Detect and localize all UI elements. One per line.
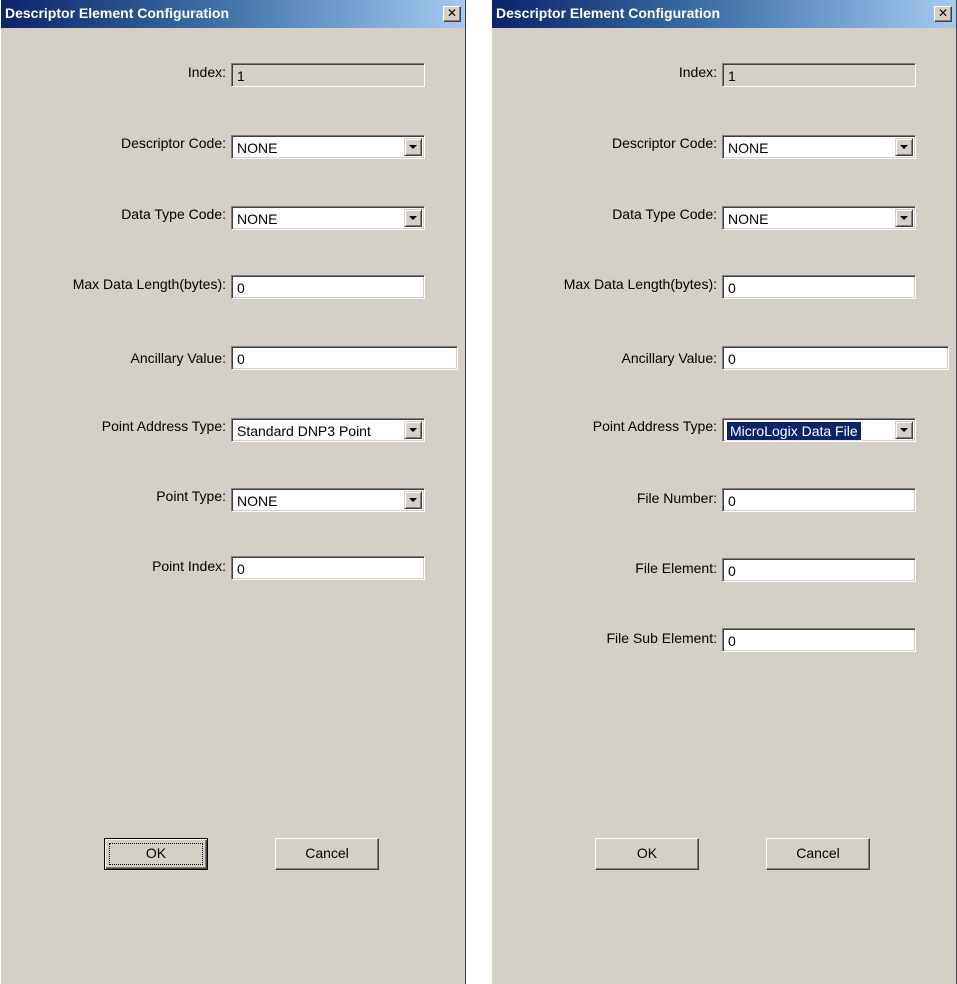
- cancel-button-label: Cancel: [796, 845, 840, 861]
- descriptor-config-dialog-right: Descriptor Element Configuration ✕ Index…: [491, 0, 957, 984]
- ancillary-value-label: Ancillary Value:: [621, 350, 717, 366]
- point-index-input[interactable]: 0: [231, 556, 425, 580]
- dialog-title: Descriptor Element Configuration: [5, 5, 230, 21]
- max-data-length-label: Max Data Length(bytes):: [72, 276, 226, 292]
- ok-button[interactable]: OK: [104, 838, 208, 870]
- dialog-title: Descriptor Element Configuration: [496, 5, 721, 21]
- chevron-down-icon[interactable]: [895, 138, 913, 156]
- descriptor-code-value: NONE: [728, 140, 769, 156]
- point-address-type-value: MicroLogix Data File: [726, 421, 862, 441]
- point-address-type-value: Standard DNP3 Point: [237, 423, 371, 439]
- file-number-label: File Number:: [636, 490, 717, 506]
- point-type-label: Point Type:: [156, 488, 226, 504]
- point-type-value: NONE: [237, 493, 278, 509]
- chevron-down-icon[interactable]: [404, 209, 422, 227]
- ancillary-value-input[interactable]: 0: [722, 346, 949, 370]
- chevron-down-icon[interactable]: [895, 209, 913, 227]
- descriptor-config-dialog-left: Descriptor Element Configuration ✕ Index…: [0, 0, 466, 984]
- data-type-code-select[interactable]: NONE: [722, 206, 916, 230]
- index-label: Index:: [187, 64, 226, 80]
- chevron-down-icon[interactable]: [404, 421, 422, 439]
- chevron-down-icon[interactable]: [895, 421, 913, 439]
- point-type-select[interactable]: NONE: [231, 488, 425, 512]
- max-data-length-input[interactable]: 0: [722, 275, 916, 299]
- index-field: 1: [722, 63, 916, 87]
- title-bar[interactable]: Descriptor Element Configuration ✕: [1, 0, 465, 28]
- descriptor-code-label: Descriptor Code:: [611, 135, 717, 151]
- data-type-code-label: Data Type Code:: [121, 206, 226, 222]
- data-type-code-label: Data Type Code:: [612, 206, 717, 222]
- file-sub-element-label: File Sub Element:: [606, 630, 718, 646]
- index-label: Index:: [678, 64, 717, 80]
- file-number-input[interactable]: 0: [722, 488, 916, 512]
- ancillary-value-input[interactable]: 0: [231, 346, 458, 370]
- ok-button[interactable]: OK: [595, 838, 699, 870]
- max-data-length-label: Max Data Length(bytes):: [563, 276, 717, 292]
- file-sub-element-input[interactable]: 0: [722, 628, 916, 652]
- point-address-type-label: Point Address Type:: [101, 418, 226, 434]
- title-bar[interactable]: Descriptor Element Configuration ✕: [492, 0, 956, 28]
- ancillary-value-label: Ancillary Value:: [130, 350, 226, 366]
- index-field: 1: [231, 63, 425, 87]
- descriptor-code-select[interactable]: NONE: [722, 135, 916, 159]
- file-element-input[interactable]: 0: [722, 558, 916, 582]
- point-address-type-select[interactable]: Standard DNP3 Point: [231, 418, 425, 442]
- point-index-label: Point Index:: [152, 558, 226, 574]
- descriptor-code-select[interactable]: NONE: [231, 135, 425, 159]
- close-icon[interactable]: ✕: [934, 6, 952, 22]
- point-address-type-select[interactable]: MicroLogix Data File: [722, 418, 916, 442]
- file-element-label: File Element:: [635, 560, 717, 576]
- cancel-button[interactable]: Cancel: [766, 838, 870, 870]
- cancel-button-label: Cancel: [305, 845, 349, 861]
- cancel-button[interactable]: Cancel: [275, 838, 379, 870]
- max-data-length-input[interactable]: 0: [231, 275, 425, 299]
- chevron-down-icon[interactable]: [404, 138, 422, 156]
- descriptor-code-label: Descriptor Code:: [120, 135, 226, 151]
- close-icon[interactable]: ✕: [443, 6, 461, 22]
- data-type-code-value: NONE: [237, 211, 278, 227]
- ok-button-label: OK: [145, 845, 167, 861]
- data-type-code-select[interactable]: NONE: [231, 206, 425, 230]
- point-address-type-label: Point Address Type:: [592, 418, 717, 434]
- ok-button-label: OK: [636, 845, 658, 861]
- chevron-down-icon[interactable]: [404, 491, 422, 509]
- data-type-code-value: NONE: [728, 211, 769, 227]
- descriptor-code-value: NONE: [237, 140, 278, 156]
